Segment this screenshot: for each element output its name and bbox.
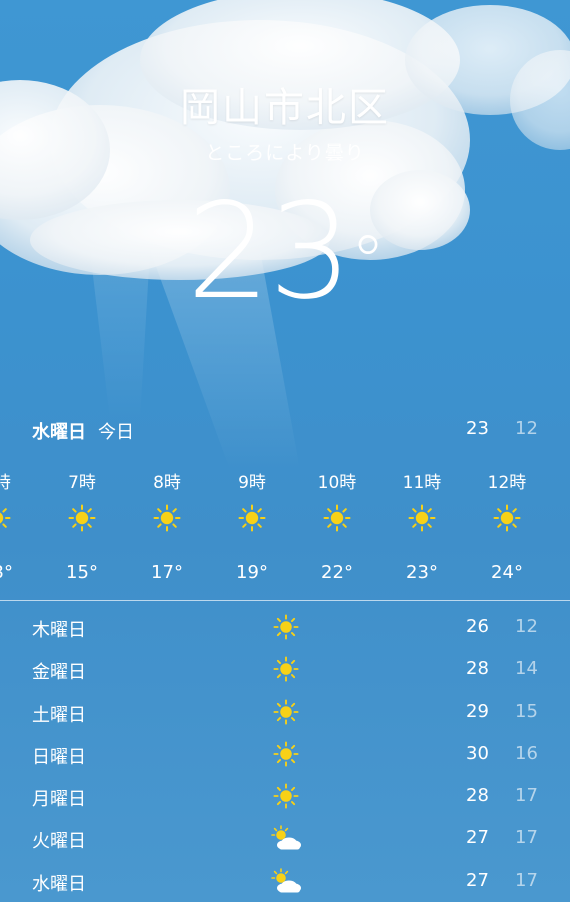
hour-temperature: 24° bbox=[491, 562, 523, 583]
sun-icon bbox=[68, 504, 96, 532]
day-high: 28 bbox=[466, 785, 489, 807]
day-low: 17 bbox=[515, 869, 538, 891]
city-name: 岡山市北区 bbox=[180, 85, 390, 131]
day-name: 水曜日 bbox=[32, 873, 86, 895]
day-high: 26 bbox=[466, 616, 489, 637]
hourly-forecast[interactable]: 6時 13° 7時 15° 8時 17° 9時 19° 10時 22° 11時 23° 12時 24° bbox=[0, 458, 570, 598]
current-temperature-value: 23 bbox=[186, 175, 353, 329]
hour-temperature: 15° bbox=[66, 562, 98, 583]
hour-temperature: 13° bbox=[0, 562, 13, 583]
sun-icon bbox=[273, 656, 299, 682]
day-low: 15 bbox=[515, 700, 538, 722]
day-low: 16 bbox=[515, 742, 538, 764]
sun-icon bbox=[153, 504, 181, 532]
sun-icon bbox=[493, 504, 521, 532]
hour-temperature: 22° bbox=[321, 562, 353, 583]
divider bbox=[0, 600, 570, 601]
hour-temperature: 17° bbox=[151, 562, 183, 583]
day-low: 14 bbox=[515, 658, 538, 680]
hour-label: 9時 bbox=[238, 473, 266, 493]
day-high: 28 bbox=[466, 658, 489, 680]
daily-forecast-list[interactable]: 木曜日 26 12 金曜日 28 14 土曜日 29 15 日曜日 30 16 月曜日 28 17 火曜日 27… bbox=[0, 606, 570, 902]
today-day-name: 水曜日 bbox=[32, 422, 86, 443]
current-temperature: 23° bbox=[0, 182, 570, 322]
day-name: 日曜日 bbox=[32, 746, 86, 768]
hour-label: 6時 bbox=[0, 473, 11, 493]
daily-row: 金曜日 28 14 bbox=[0, 648, 570, 690]
partly-cloudy-icon bbox=[270, 825, 302, 851]
day-high: 27 bbox=[466, 869, 489, 891]
sun-icon bbox=[273, 614, 299, 640]
day-low: 17 bbox=[515, 827, 538, 849]
today-high: 23 bbox=[466, 418, 489, 439]
day-low: 17 bbox=[515, 785, 538, 807]
sun-icon bbox=[238, 504, 266, 532]
daily-row: 水曜日 27 17 bbox=[0, 860, 570, 902]
partly-cloudy-icon bbox=[270, 867, 302, 894]
daily-row: 土曜日 29 15 bbox=[0, 691, 570, 733]
day-high: 29 bbox=[466, 700, 489, 722]
day-name: 土曜日 bbox=[32, 704, 86, 726]
location-header: 岡山市北区 ところにより曇り bbox=[0, 80, 570, 165]
daily-row: 日曜日 30 16 bbox=[0, 733, 570, 775]
day-high: 30 bbox=[466, 742, 489, 764]
day-high: 27 bbox=[466, 827, 489, 849]
weather-condition: ところにより曇り bbox=[205, 142, 365, 164]
sun-icon bbox=[273, 741, 299, 767]
day-name: 木曜日 bbox=[32, 620, 86, 641]
hour-label: 12時 bbox=[487, 473, 527, 493]
day-name: 月曜日 bbox=[32, 789, 86, 811]
hour-label: 11時 bbox=[402, 473, 442, 493]
hour-temperature: 19° bbox=[236, 562, 268, 583]
daily-row: 火曜日 27 17 bbox=[0, 817, 570, 859]
daily-row: 月曜日 28 17 bbox=[0, 775, 570, 817]
day-name: 火曜日 bbox=[32, 831, 86, 853]
day-name: 金曜日 bbox=[32, 662, 86, 684]
sun-icon bbox=[323, 504, 351, 532]
hour-temperature: 23° bbox=[406, 562, 438, 583]
degree-symbol: ° bbox=[350, 221, 385, 303]
today-label: 今日 bbox=[98, 422, 134, 443]
today-summary: 水曜日 今日 23 12 bbox=[0, 418, 570, 448]
sun-icon bbox=[273, 783, 299, 809]
sun-icon bbox=[273, 699, 299, 725]
sun-icon bbox=[408, 504, 436, 532]
hour-label: 8時 bbox=[153, 473, 181, 493]
hour-label: 7時 bbox=[68, 473, 96, 493]
daily-row: 木曜日 26 12 bbox=[0, 606, 570, 648]
hour-label: 10時 bbox=[317, 473, 357, 493]
day-low: 12 bbox=[515, 616, 538, 637]
sun-icon bbox=[0, 504, 11, 532]
today-low: 12 bbox=[515, 418, 538, 439]
